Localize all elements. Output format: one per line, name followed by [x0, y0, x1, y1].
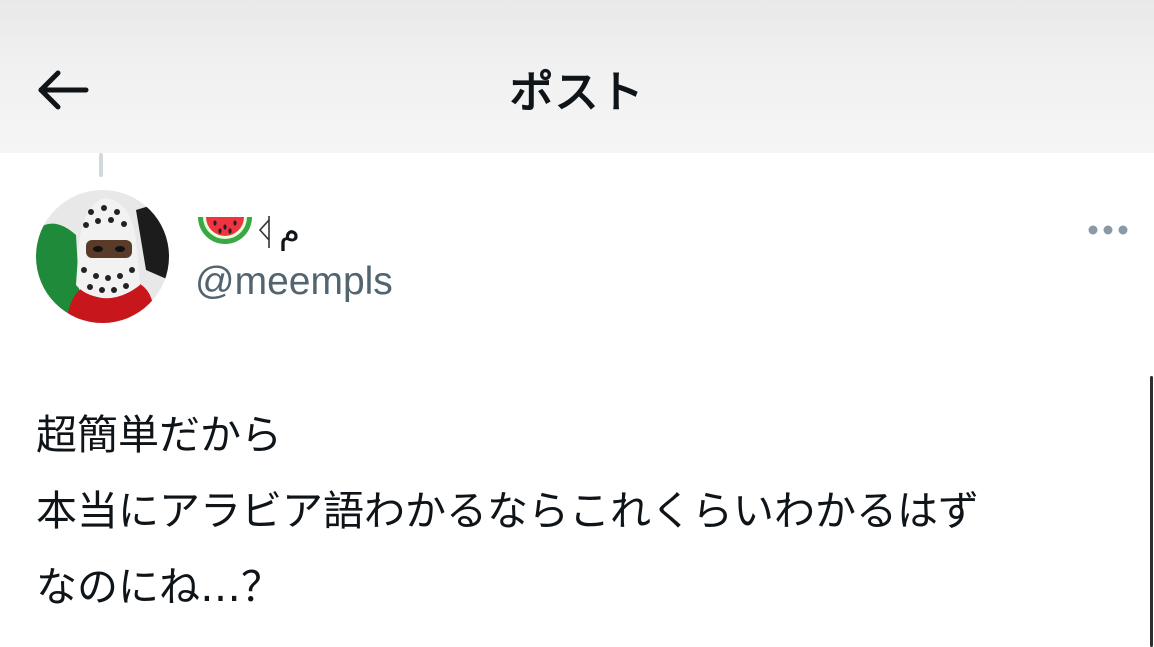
post-line: 超簡単だから [36, 411, 282, 459]
post-body: 超簡単だから 本当にアラビア語わかるならこれくらいわかるはず なのにね…？ [36, 397, 1146, 625]
post-line: 本当にアラビア語わかるならこれくらいわかるはず [36, 487, 979, 535]
author-display-name[interactable]: م [195, 204, 300, 260]
avatar-image [36, 190, 169, 323]
avatar[interactable] [36, 190, 169, 323]
post-line: なのにね…？ [36, 563, 282, 611]
thread-connector-line [99, 153, 103, 177]
watermelon-icon [198, 217, 252, 244]
flag-outline-icon [258, 216, 270, 248]
page-title: ポスト [509, 67, 645, 118]
display-name-text: م [279, 212, 301, 252]
more-options-button[interactable] [1080, 212, 1136, 248]
top-header: ポスト [0, 0, 1154, 153]
author-handle[interactable]: @meempls [195, 260, 393, 304]
scrollbar[interactable] [1150, 376, 1153, 647]
more-horizontal-icon [1088, 225, 1128, 235]
